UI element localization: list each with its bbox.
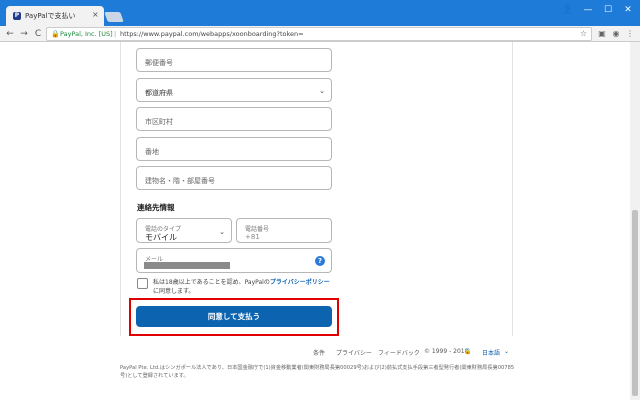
browser-tab[interactable]: P PayPalで支払い × — [6, 6, 104, 26]
phone-number-value: +81 — [245, 233, 260, 241]
street-address-placeholder: 番地 — [145, 148, 159, 156]
close-window-button[interactable]: ✕ — [618, 2, 638, 18]
city-placeholder: 市区町村 — [145, 118, 173, 126]
bookmark-star-icon[interactable]: ☆ — [580, 28, 587, 40]
consent-checkbox[interactable] — [137, 278, 148, 289]
forward-button[interactable]: → — [18, 28, 30, 40]
postal-code-field[interactable]: 郵便番号 — [136, 48, 332, 72]
url-text[interactable]: https://www.paypal.com/webapps/xoonboard… — [120, 28, 304, 40]
city-field[interactable]: 市区町村 — [136, 107, 332, 131]
extension-icon[interactable]: ▣ — [597, 29, 607, 39]
browser-toolbar: ← → C 🔒 PayPal, Inc. [US] | https://www.… — [0, 26, 640, 42]
address-separator: | — [114, 30, 117, 38]
tab-close-icon[interactable]: × — [92, 10, 99, 19]
reload-button[interactable]: C — [32, 28, 44, 40]
redacted-email-value — [144, 262, 230, 269]
address-bar[interactable]: 🔒 PayPal, Inc. [US] | https://www.paypal… — [46, 27, 592, 41]
prefecture-placeholder: 都道府県 — [145, 89, 173, 97]
chevron-down-icon: ⌄ — [319, 87, 325, 95]
paypal-favicon-icon: P — [13, 12, 21, 20]
maximize-button[interactable]: ☐ — [598, 2, 618, 18]
help-icon[interactable]: ? — [315, 256, 325, 266]
language-selector[interactable]: 日本語 — [482, 348, 500, 357]
scrollbar-thumb[interactable] — [632, 210, 638, 396]
consent-text-before: 私は18歳以上であることを認め、PayPalの — [153, 279, 270, 286]
phone-number-label: 電話番号 — [245, 226, 270, 233]
footer-terms-link[interactable]: 条件 — [313, 348, 325, 357]
email-field[interactable]: メール ? — [136, 248, 332, 273]
site-identity[interactable]: PayPal, Inc. [US] — [60, 28, 113, 40]
secure-lock-icon: 🔒 — [51, 30, 60, 38]
contact-section-title: 連絡先情報 — [137, 203, 175, 212]
consent-text: 私は18歳以上であることを認め、PayPalのプライバシーポリシーに同意します。 — [153, 278, 333, 296]
back-button[interactable]: ← — [4, 28, 16, 40]
footer-lock-icon: 🔒 — [464, 348, 472, 355]
panel-border-left — [120, 42, 121, 336]
street-address-field[interactable]: 番地 — [136, 137, 332, 161]
prefecture-select[interactable]: 都道府県 ⌄ — [136, 78, 332, 102]
building-field[interactable]: 建物名・階・部屋番号 — [136, 166, 332, 190]
chevron-down-icon[interactable]: ⌄ — [504, 348, 509, 355]
footer-privacy-link[interactable]: プライバシー — [336, 348, 372, 357]
postal-code-placeholder: 郵便番号 — [145, 59, 173, 67]
agree-and-pay-button[interactable]: 同意して支払う — [136, 306, 332, 327]
new-tab-button[interactable] — [104, 12, 124, 22]
phone-type-select[interactable]: 電話のタイプ モバイル ⌄ — [136, 218, 232, 243]
tab-title: PayPalで支払い — [25, 12, 76, 20]
phone-type-value: モバイル — [145, 233, 177, 242]
privacy-policy-link[interactable]: プライバシーポリシー — [270, 279, 330, 286]
phone-number-field[interactable]: 電話番号 +81 — [236, 218, 332, 243]
footer-copyright: © 1999 - 2018 — [424, 348, 469, 355]
footer-legal-note: PayPal Pte. Ltd.はシンガポール法人であり、日本国金融庁で(1)資… — [120, 365, 515, 379]
browser-titlebar: P PayPalで支払い × 👤 — ☐ ✕ — [0, 0, 640, 26]
minimize-button[interactable]: — — [578, 2, 598, 18]
browser-menu-icon[interactable]: ⋮ — [625, 29, 635, 39]
user-icon[interactable]: 👤 — [558, 2, 578, 18]
building-placeholder: 建物名・階・部屋番号 — [145, 177, 215, 185]
footer-feedback-link[interactable]: フィードバック — [378, 348, 420, 357]
chevron-down-icon: ⌄ — [219, 228, 225, 236]
consent-text-after: に同意します。 — [153, 288, 195, 295]
camera-extension-icon[interactable]: ◉ — [611, 29, 621, 39]
panel-border-right — [512, 42, 513, 336]
